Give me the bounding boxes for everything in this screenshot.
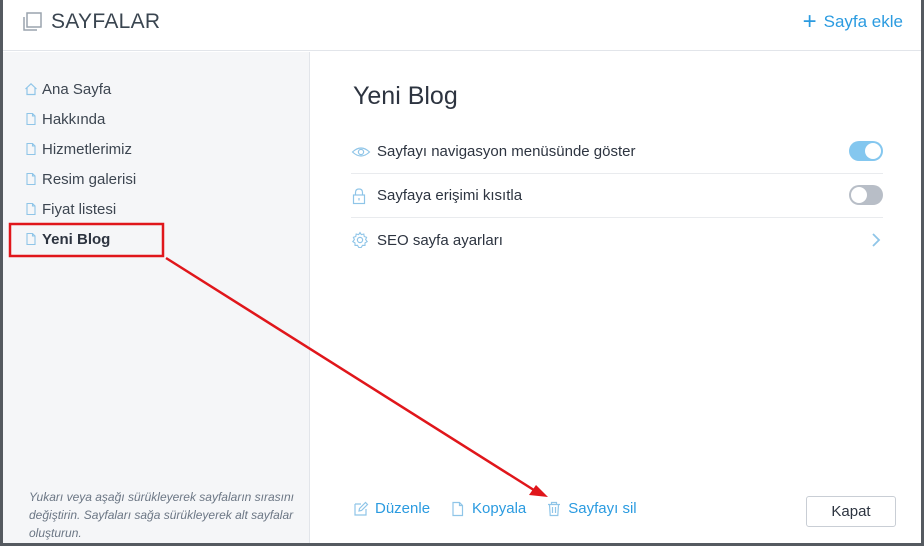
page-icon xyxy=(24,142,38,156)
sidebar-item-yeni-blog[interactable]: Yeni Blog xyxy=(24,224,136,254)
lock-icon xyxy=(351,187,371,205)
settings-list: Sayfayı navigasyon menüsünde göster Sayf… xyxy=(351,130,883,262)
page-icon xyxy=(24,232,38,246)
gear-icon xyxy=(351,231,371,249)
page-icon xyxy=(24,112,38,126)
sidebar-item-fiyat-listesi[interactable]: Fiyat listesi xyxy=(24,194,136,224)
show-in-nav-toggle[interactable] xyxy=(849,141,883,161)
pages-header: SAYFALAR + Sayfa ekle xyxy=(3,0,921,51)
restrict-access-label: Sayfaya erişimi kısıtla xyxy=(377,187,523,204)
seo-settings-row[interactable]: SEO sayfa ayarları xyxy=(351,218,883,262)
plus-icon: + xyxy=(802,8,817,35)
page-title-header: SAYFALAR xyxy=(51,10,161,33)
toggle-knob xyxy=(851,187,867,203)
page-title: Yeni Blog xyxy=(353,82,458,110)
header-title: SAYFALAR xyxy=(21,10,160,34)
sidebar-item-hakkinda[interactable]: Hakkında xyxy=(24,104,136,134)
page-settings-panel: Yeni Blog Sayfayı navigasyon menüsünde g… xyxy=(311,52,921,543)
page-actions: Düzenle Kopyala Sayfayı sil xyxy=(353,500,657,517)
add-page-button[interactable]: + Sayfa ekle xyxy=(802,8,903,35)
home-icon xyxy=(24,82,38,96)
copy-icon xyxy=(450,501,466,517)
sidebar-item-label: Hizmetlerimiz xyxy=(42,140,132,158)
sidebar-item-resim-galerisi[interactable]: Resim galerisi xyxy=(24,164,136,194)
restrict-access-row: Sayfaya erişimi kısıtla xyxy=(351,174,883,218)
delete-page-label: Sayfayı sil xyxy=(568,500,637,517)
seo-settings-label: SEO sayfa ayarları xyxy=(377,231,503,249)
page-icon xyxy=(24,202,38,216)
edit-label: Düzenle xyxy=(375,500,431,517)
close-button[interactable]: Kapat xyxy=(806,496,896,527)
chevron-right-icon xyxy=(871,232,881,248)
reorder-hint: Yukarı veya aşağı sürükleyerek sayfaları… xyxy=(29,490,295,540)
page-list: Ana Sayfa Hakkında Hizmetlerimiz Resim g… xyxy=(24,74,136,254)
sidebar-item-label: Ana Sayfa xyxy=(42,80,112,98)
pages-icon xyxy=(21,11,43,33)
sidebar-item-label: Hakkında xyxy=(42,110,106,128)
trash-icon xyxy=(546,501,562,517)
sidebar-item-hizmetlerimiz[interactable]: Hizmetlerimiz xyxy=(24,134,136,164)
toggle-knob xyxy=(865,143,881,159)
add-page-label: Sayfa ekle xyxy=(823,12,903,31)
copy-label: Kopyala xyxy=(472,500,527,517)
copy-button[interactable]: Kopyala xyxy=(450,500,526,517)
sidebar: Ana Sayfa Hakkında Hizmetlerimiz Resim g… xyxy=(3,52,310,543)
sidebar-item-label: Fiyat listesi xyxy=(42,200,117,218)
eye-icon xyxy=(351,143,371,161)
page-icon xyxy=(24,172,38,186)
pencil-icon xyxy=(353,501,369,517)
edit-button[interactable]: Düzenle xyxy=(353,500,430,517)
sidebar-item-ana-sayfa[interactable]: Ana Sayfa xyxy=(24,74,136,104)
show-in-nav-label: Sayfayı navigasyon menüsünde göster xyxy=(377,143,636,160)
show-in-nav-row: Sayfayı navigasyon menüsünde göster xyxy=(351,130,883,174)
restrict-access-toggle[interactable] xyxy=(849,185,883,205)
sidebar-item-label: Resim galerisi xyxy=(42,170,137,188)
sidebar-item-label: Yeni Blog xyxy=(42,230,111,248)
delete-page-button[interactable]: Sayfayı sil xyxy=(546,500,637,517)
